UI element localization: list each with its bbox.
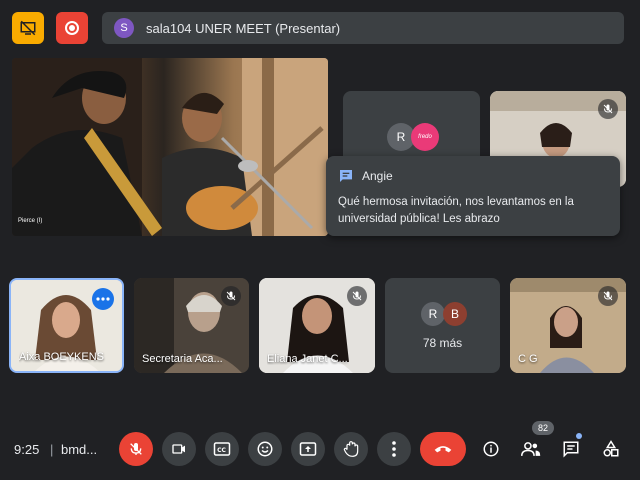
- meeting-code: bmd...: [61, 442, 98, 457]
- more-participants-tile[interactable]: R B 78 más: [385, 278, 500, 373]
- screen-share-off-icon: [20, 20, 36, 36]
- present-screen-button[interactable]: [291, 432, 325, 466]
- meeting-clock: 9:25: [14, 442, 40, 457]
- meeting-title-bar[interactable]: S sala104 UNER MEET (Presentar): [102, 12, 624, 44]
- mic-off-icon: [603, 291, 613, 301]
- avatar-group: R fredo: [387, 123, 439, 151]
- reactions-button[interactable]: [248, 432, 282, 466]
- participant-tile-aixa[interactable]: Aixa BOEYKENS: [9, 278, 124, 373]
- emoji-icon: [257, 441, 273, 457]
- muted-indicator: [598, 286, 618, 306]
- svg-text:CC: CC: [217, 447, 226, 454]
- closed-caption-icon: CC: [213, 442, 231, 456]
- mic-off-icon: [603, 104, 613, 114]
- more-options-button[interactable]: [377, 432, 411, 466]
- presenter-avatar: S: [114, 18, 134, 38]
- chat-button[interactable]: [556, 434, 586, 464]
- participant-name: Aixa BOEYKENS: [19, 351, 104, 363]
- chat-icon: [563, 441, 579, 458]
- presentation-video[interactable]: Pierce (I): [12, 58, 328, 236]
- hand-icon: [343, 441, 359, 457]
- participant-name: C G: [518, 353, 538, 365]
- videocam-icon: [172, 444, 185, 454]
- more-vert-icon: [392, 441, 396, 457]
- participants-button[interactable]: [516, 434, 546, 464]
- chat-notification[interactable]: Angie Qué hermosa invitación, nos levant…: [326, 156, 620, 236]
- presentation-label: Pierce (I): [18, 218, 43, 224]
- chat-unread-indicator: [576, 433, 582, 439]
- mic-off-icon: [226, 291, 236, 301]
- chat-bubble-icon: [340, 170, 352, 182]
- activities-button[interactable]: [596, 434, 626, 464]
- avatar-b: B: [443, 302, 467, 326]
- chat-message: Qué hermosa invitación, nos levantamos e…: [338, 196, 574, 225]
- participant-tile-secretaria[interactable]: Secretaria Aca...: [134, 278, 249, 373]
- muted-indicator: [598, 99, 618, 119]
- leave-call-button[interactable]: [420, 432, 466, 466]
- muted-indicator: [347, 286, 367, 306]
- record-icon: [65, 21, 79, 35]
- presentation-toggle-button[interactable]: [12, 12, 44, 44]
- video-frame-image: [12, 58, 328, 236]
- meeting-info-button[interactable]: [476, 434, 506, 464]
- camera-toggle-button[interactable]: [162, 432, 196, 466]
- mic-off-icon: [352, 291, 362, 301]
- avatar-logo: fredo: [411, 123, 439, 151]
- call-end-icon: [434, 446, 452, 453]
- participant-tile-cg[interactable]: C G: [510, 278, 626, 373]
- muted-indicator: [221, 286, 241, 306]
- meeting-title: sala104 UNER MEET (Presentar): [146, 20, 341, 36]
- more-options-button[interactable]: [92, 288, 114, 310]
- avatar-group: R B: [421, 302, 467, 326]
- raise-hand-button[interactable]: [334, 432, 368, 466]
- mic-off-icon: [130, 443, 142, 455]
- shapes-icon: [603, 440, 619, 457]
- people-icon: [521, 442, 541, 456]
- chat-sender: Angie: [362, 169, 393, 183]
- more-horiz-icon: [96, 297, 110, 301]
- present-to-all-icon: [299, 442, 317, 456]
- participant-name: Secretaria Aca...: [142, 353, 223, 365]
- microphone-toggle-button[interactable]: [119, 432, 153, 466]
- participant-tile-eliana[interactable]: Eliana Janet C...: [259, 278, 375, 373]
- separator: |: [50, 442, 54, 457]
- more-count-label: 78 más: [422, 336, 463, 350]
- captions-button[interactable]: CC: [205, 432, 239, 466]
- avatar-r: R: [421, 302, 445, 326]
- participant-name: Eliana Janet C...: [267, 353, 348, 365]
- participants-count-badge: 82: [532, 421, 554, 435]
- info-icon: [483, 441, 499, 457]
- recording-button[interactable]: [56, 12, 88, 44]
